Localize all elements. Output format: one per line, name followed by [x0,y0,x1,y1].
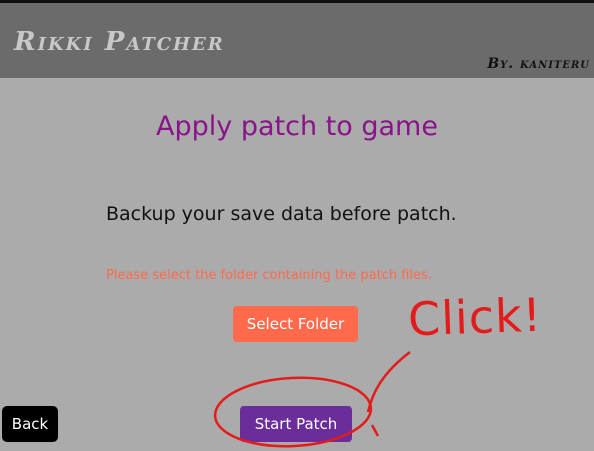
author-credit: By. kaniteru [487,56,590,72]
start-patch-button[interactable]: Start Patch [240,406,352,442]
select-folder-button[interactable]: Select Folder [233,306,358,342]
app-title: Rikki Patcher [14,27,225,57]
back-button[interactable]: Back [2,406,58,442]
annotation-stroke [366,351,411,413]
app-header: Rikki Patcher By. kaniteru [0,3,594,78]
annotation-tail [370,424,380,437]
page-heading: Apply patch to game [156,111,438,142]
annotation-text: Click! [407,287,543,347]
folder-hint: Please select the folder containing the … [106,268,432,283]
backup-notice: Backup your save data before patch. [106,203,457,225]
